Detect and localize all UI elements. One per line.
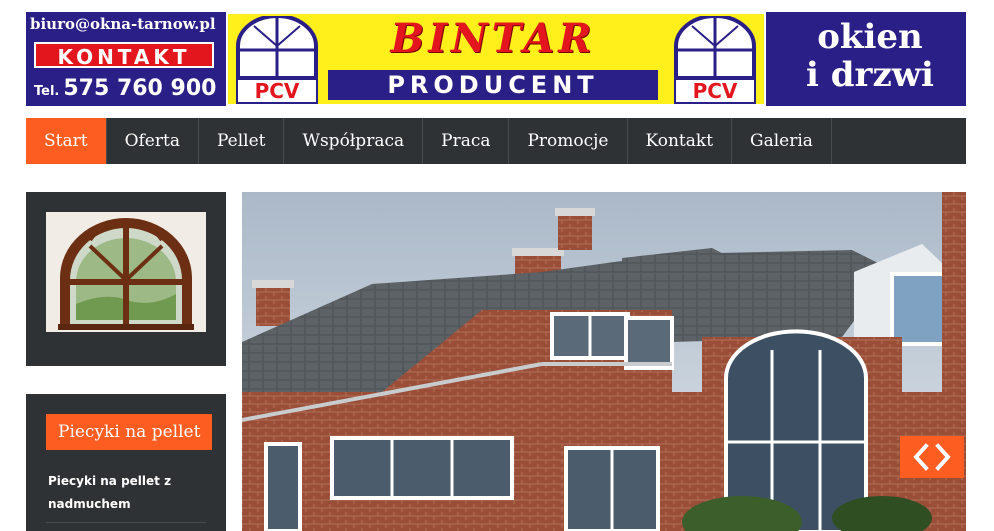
window-left-icon: PCV [232,14,322,104]
pellet-link[interactable]: Piecyki na pellet z nadmuchem [48,470,208,516]
nav-item-galeria[interactable]: Galeria [732,118,832,164]
email-address[interactable]: biuro@okna-tarnow.pl [30,15,220,33]
sidebar-pellet-widget: Piecyki na pellet Piecyki na pellet z na… [26,394,226,531]
brand-panel: PCV BINTAR PRODUCENT PCV [226,12,766,106]
widget-divider [46,522,206,523]
nav-item-wspolpraca[interactable]: Współpraca [284,118,424,164]
slider-arrows-icon[interactable] [900,436,964,478]
pcv-badge-left: PCV [236,78,318,104]
brand-name: BINTAR [390,15,596,62]
pcv-badge-right: PCV [674,78,756,104]
sidebar-image-widget [26,192,226,366]
window-right-icon: PCV [670,14,760,104]
phone-number[interactable]: Tel. 575 760 900 [34,76,216,101]
tagline: okien i drzwi [774,18,966,94]
nav-item-kontakt[interactable]: Kontakt [628,118,733,164]
contact-box: biuro@okna-tarnow.pl KONTAKT Tel. 575 760… [26,12,220,106]
nav-item-pellet[interactable]: Pellet [199,118,285,164]
nav-item-praca[interactable]: Praca [423,118,510,164]
tagline-line-1: okien [817,17,923,57]
pellet-widget-title: Piecyki na pellet [46,414,213,450]
nav-item-promocje[interactable]: Promocje [509,118,628,164]
kontakt-badge[interactable]: KONTAKT [34,42,214,69]
main-nav: Start Oferta Pellet Współpraca Praca Pro… [26,118,966,164]
nav-item-start[interactable]: Start [26,118,107,164]
phone-digits: 575 760 900 [63,76,217,101]
nav-item-oferta[interactable]: Oferta [107,118,199,164]
arched-window-photo[interactable] [46,212,206,332]
header-banner[interactable]: biuro@okna-tarnow.pl KONTAKT Tel. 575 760… [26,12,966,106]
tagline-line-2: i drzwi [806,55,934,95]
hero-slider[interactable] [242,192,966,531]
producent-label: PRODUCENT [328,70,658,100]
brick-house-photo [242,192,966,531]
phone-prefix: Tel. [34,84,60,99]
